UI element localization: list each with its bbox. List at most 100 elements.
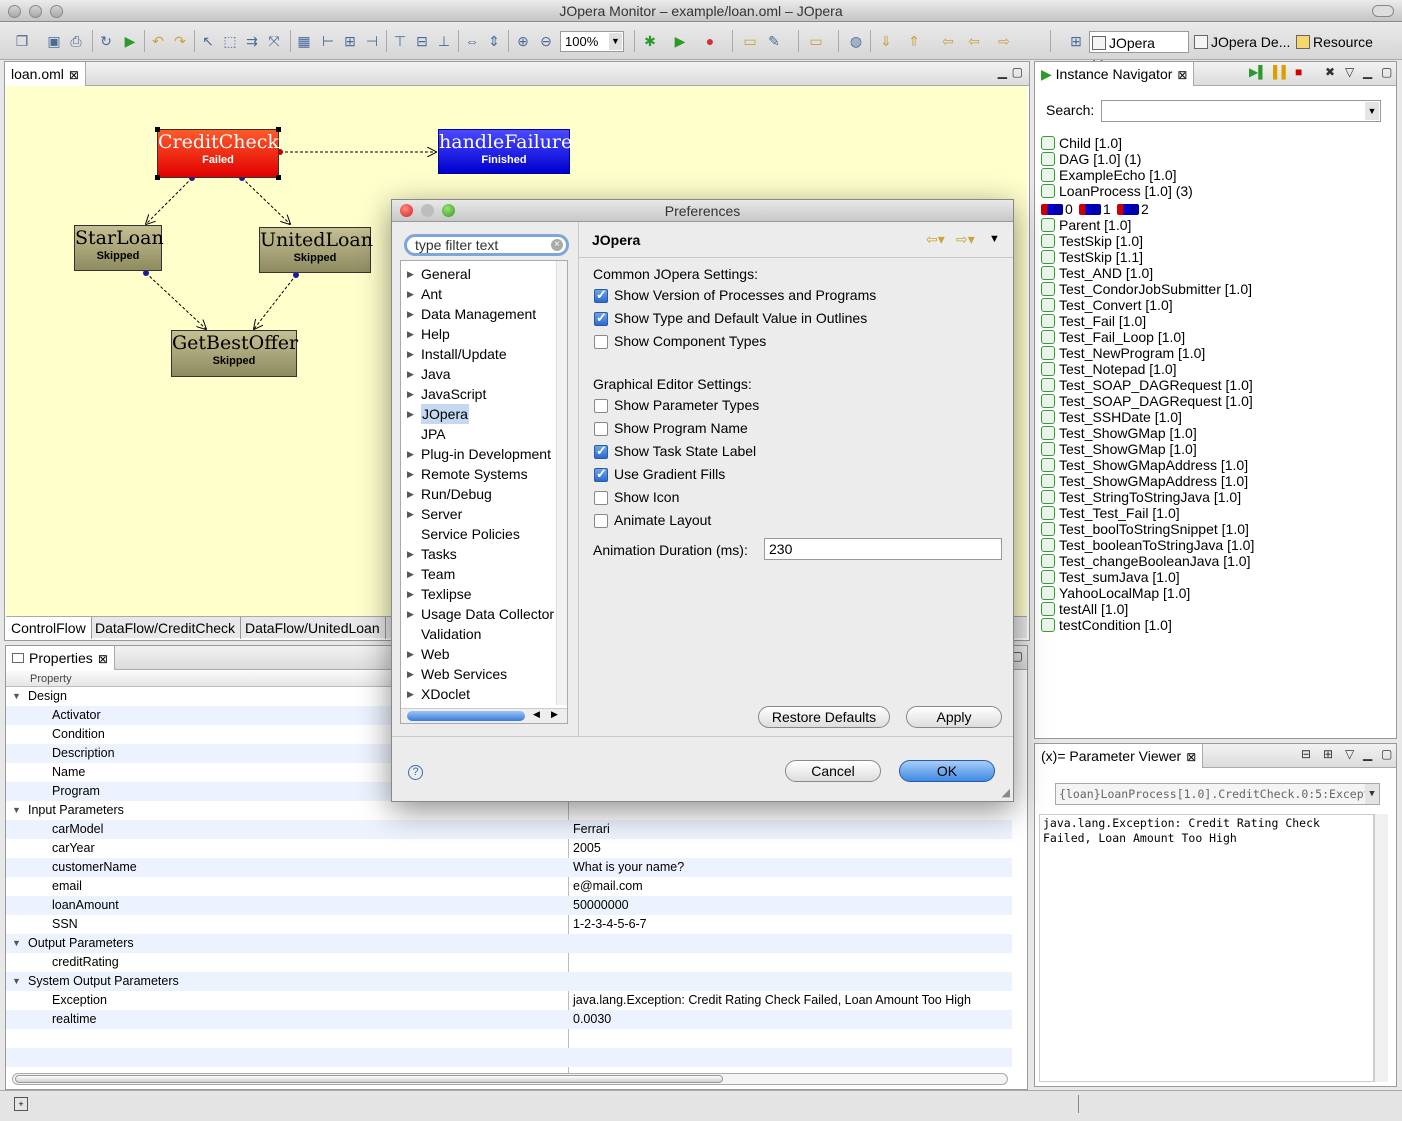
pref-tree-item[interactable]: ▶ Remote Systems bbox=[401, 464, 556, 484]
property-row[interactable]: Exception java.lang.Exception: Credit Rat… bbox=[6, 991, 1012, 1010]
toolbar-toggle-button[interactable] bbox=[1372, 5, 1394, 17]
expand-arrow-icon[interactable]: ▶ bbox=[407, 264, 414, 284]
pref-tree-item[interactable]: ▶ General bbox=[401, 264, 556, 284]
selection-handle[interactable] bbox=[155, 175, 160, 180]
instance-navigator-tab[interactable]: ▶ Instance Navigator ⊠ bbox=[1035, 62, 1195, 86]
checkbox[interactable] bbox=[594, 466, 608, 482]
instance-tree-item[interactable]: Test_sumJava [1.0] bbox=[1041, 569, 1180, 585]
horizontal-scrollbar[interactable] bbox=[12, 1073, 1008, 1085]
parameter-value-text[interactable]: java.lang.Exception: Credit Rating Check… bbox=[1039, 814, 1374, 1082]
layout-icon[interactable]: ⤧ bbox=[264, 31, 284, 51]
stop-icon[interactable]: ■ bbox=[1295, 65, 1302, 79]
pref-tree-item[interactable]: ▶ Data Management bbox=[401, 304, 556, 324]
checkbox-label[interactable]: Show Type and Default Value in Outlines bbox=[614, 310, 867, 326]
instance-tree-item[interactable]: testAll [1.0] bbox=[1041, 601, 1128, 617]
instance-tree-item[interactable]: ExampleEcho [1.0] bbox=[1041, 167, 1177, 183]
refresh-icon[interactable]: ↻ bbox=[96, 31, 116, 51]
suspend-icon[interactable]: ▌▌ bbox=[1273, 65, 1290, 79]
instance-tree-item[interactable]: Test_Test_Fail [1.0] bbox=[1041, 505, 1180, 521]
expand-triangle-icon[interactable]: ▼ bbox=[12, 801, 21, 820]
properties-tab[interactable]: Properties ⊠ bbox=[6, 646, 115, 670]
restore-defaults-button[interactable]: Restore Defaults bbox=[758, 706, 890, 728]
align-left-icon[interactable]: ⊢ bbox=[318, 31, 338, 51]
filter-input[interactable]: type filter text × bbox=[404, 234, 569, 256]
instance-tree-item[interactable]: Test_changeBooleanJava [1.0] bbox=[1041, 553, 1250, 569]
pref-tree-item[interactable]: ▶ JavaScript bbox=[401, 384, 556, 404]
instance-tree-item[interactable]: Test_ShowGMap [1.0] bbox=[1041, 441, 1197, 457]
clear-icon[interactable]: ⊟ bbox=[1301, 747, 1311, 761]
redo-icon[interactable]: ↷ bbox=[170, 31, 190, 51]
pref-tree-item[interactable]: JPA bbox=[401, 424, 556, 444]
instance-tree-item[interactable]: Test_SSHDate [1.0] bbox=[1041, 409, 1182, 425]
scroll-left-icon[interactable]: ◀ bbox=[533, 709, 540, 720]
minimize-icon[interactable]: ▁ bbox=[1363, 747, 1372, 761]
next-annotation-icon[interactable]: ⇓ bbox=[876, 31, 896, 51]
connect-icon[interactable]: ⇉ bbox=[242, 31, 262, 51]
instance-tree-item[interactable]: TestSkip [1.1] bbox=[1041, 249, 1143, 265]
expand-arrow-icon[interactable]: ▶ bbox=[407, 344, 414, 364]
expand-triangle-icon[interactable]: ▼ bbox=[12, 934, 21, 953]
instance-tree-item[interactable]: Test_boolToStringSnippet [1.0] bbox=[1041, 521, 1249, 537]
checkbox[interactable] bbox=[594, 335, 608, 349]
back-icon[interactable]: ⇦▾ bbox=[926, 231, 945, 248]
ok-button[interactable]: OK bbox=[899, 760, 995, 782]
instance-tree-item[interactable]: Test_ShowGMapAddress [1.0] bbox=[1041, 473, 1248, 489]
checkbox[interactable] bbox=[594, 443, 608, 459]
expand-arrow-icon[interactable]: ▶ bbox=[407, 604, 414, 624]
save-icon[interactable]: ▣ bbox=[44, 31, 64, 51]
expand-arrow-icon[interactable]: ▶ bbox=[407, 324, 414, 344]
fast-view-icon[interactable]: + bbox=[14, 1097, 28, 1111]
align-top-icon[interactable]: ⊤ bbox=[390, 31, 410, 51]
perspective-jopera-designer[interactable]: JOpera De... bbox=[1192, 31, 1290, 53]
checkbox-label[interactable]: Show Component Types bbox=[614, 333, 766, 349]
scroll-thumb[interactable] bbox=[15, 1075, 723, 1083]
checkbox-label[interactable]: Show Icon bbox=[614, 489, 679, 505]
expand-arrow-icon[interactable]: ▶ bbox=[407, 284, 414, 304]
cancel-button[interactable]: Cancel bbox=[785, 760, 881, 782]
selection-handle[interactable] bbox=[155, 127, 160, 132]
pref-tree-item[interactable]: ▶ Team bbox=[401, 564, 556, 584]
resize-grip-icon[interactable]: ◢ bbox=[1002, 786, 1010, 799]
task-node-getbestoffer[interactable]: GetBestOffer Skipped bbox=[171, 330, 298, 377]
folder-menu-icon[interactable]: ▭ bbox=[806, 31, 826, 51]
back-icon[interactable]: ⇦ bbox=[964, 31, 984, 51]
checkbox-label[interactable]: Show Program Name bbox=[614, 420, 748, 436]
checkbox-label[interactable]: Animate Layout bbox=[614, 512, 711, 528]
checkbox[interactable] bbox=[594, 399, 608, 413]
expand-arrow-icon[interactable]: ▶ bbox=[407, 444, 414, 464]
minimize-icon[interactable]: ▁ bbox=[998, 65, 1007, 79]
search-combo[interactable]: ▼ bbox=[1101, 100, 1381, 122]
instance-tree-item[interactable]: LoanProcess [1.0] (3) bbox=[1041, 183, 1193, 199]
run-menu-icon[interactable]: ▶ bbox=[670, 31, 690, 51]
clear-filter-icon[interactable]: × bbox=[551, 239, 563, 251]
expand-arrow-icon[interactable]: ▶ bbox=[407, 564, 414, 584]
maximize-icon[interactable]: ▢ bbox=[1012, 65, 1023, 79]
scroll-thumb[interactable] bbox=[407, 711, 525, 721]
checkbox-label[interactable]: Show Task State Label bbox=[614, 443, 756, 459]
expand-arrow-icon[interactable]: ▶ bbox=[407, 484, 414, 504]
pref-tree-item[interactable]: ▶ Web bbox=[401, 644, 556, 664]
close-dialog-button[interactable] bbox=[400, 204, 413, 217]
property-row[interactable]: carYear 2005 bbox=[6, 839, 1012, 858]
task-node-unitedloan[interactable]: UnitedLoan Skipped bbox=[259, 227, 373, 273]
grid-icon[interactable]: ▦ bbox=[294, 31, 314, 51]
new-icon[interactable]: ❐ bbox=[12, 31, 32, 51]
expand-arrow-icon[interactable]: ▶ bbox=[407, 644, 414, 664]
property-row[interactable]: email e@mail.com bbox=[6, 877, 1012, 896]
marquee-icon[interactable]: ⬚ bbox=[220, 31, 240, 51]
tree-horizontal-scrollbar[interactable]: ◀ ▶ bbox=[401, 708, 567, 723]
property-group-row[interactable]: ▼ Input Parameters bbox=[6, 801, 1012, 820]
view-menu-icon[interactable]: ▽ bbox=[1345, 65, 1354, 79]
pref-tree-item[interactable]: ▶ Texlipse bbox=[401, 584, 556, 604]
zoom-out-icon[interactable]: ⊖ bbox=[536, 31, 556, 51]
pref-tree-item[interactable]: ▶ Ant bbox=[401, 284, 556, 304]
property-row[interactable]: loanAmount 50000000 bbox=[6, 896, 1012, 915]
tab-controlflow[interactable]: ControlFlow bbox=[6, 617, 92, 639]
instance-tree-item[interactable]: Test_NewProgram [1.0] bbox=[1041, 345, 1205, 361]
scroll-right-icon[interactable]: ▶ bbox=[551, 709, 558, 720]
pin-view-icon[interactable]: ⊞ bbox=[1323, 747, 1333, 761]
last-edit-icon[interactable]: ⇦ bbox=[938, 31, 958, 51]
task-node-starloan[interactable]: StarLoan Skipped bbox=[74, 225, 164, 271]
checkbox[interactable] bbox=[594, 491, 608, 505]
forward-icon[interactable]: ⇨▾ bbox=[956, 231, 975, 248]
